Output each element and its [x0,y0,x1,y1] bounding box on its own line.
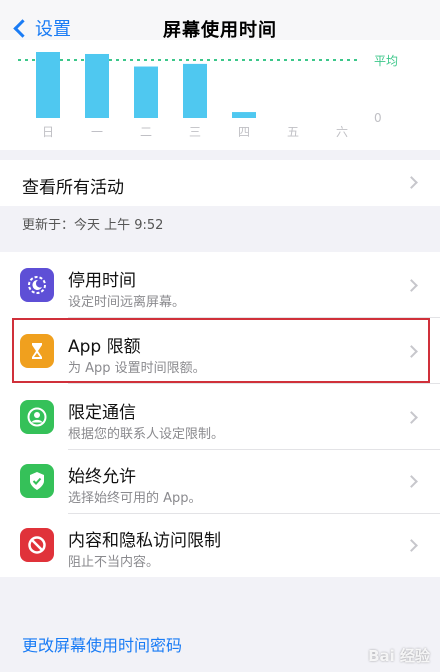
chevron-right-icon [405,176,418,189]
chevron-right-icon [405,475,418,488]
chevron-right-icon [405,279,418,292]
downtime-subtitle: 设定时间远离屏幕。 [68,295,186,310]
x-tick-label: 三 [189,125,201,139]
usage-chart: 平均 0 日 一 二 三 四 五 六 [0,40,440,150]
always-allowed-subtitle: 选择始终可用的 App。 [68,491,202,506]
see-all-activity-label: 查看所有活动 [22,178,124,198]
bar-2 [134,66,158,118]
moon-icon [28,276,46,294]
content-privacy-icon-tile [20,528,54,562]
x-tick-label: 一 [91,125,103,139]
communication-limits-icon-tile [20,400,54,434]
see-all-activity-row[interactable]: 查看所有活动 [0,160,440,206]
change-passcode-link[interactable]: 更改屏幕使用时间密码 [22,632,182,656]
always-allowed-icon-tile [20,464,54,498]
bar-1 [85,53,109,119]
watermark: Bai 经验 [368,647,430,665]
downtime-icon-tile [20,268,54,302]
list-item-content-privacy[interactable]: 内容和隐私访问限制 阻止不当内容。 [0,514,440,578]
divider [68,383,440,384]
checkmark-icon [30,472,44,490]
bar-4 [232,112,256,118]
x-tick-label: 五 [287,125,299,139]
list-item-communication-limits[interactable]: 限定通信 根据您的联系人设定限制。 [0,386,440,450]
downtime-title: 停用时间 [68,271,136,291]
communication-limits-subtitle: 根据您的联系人设定限制。 [68,427,225,442]
communication-limits-title: 限定通信 [68,403,136,423]
page-title: 屏幕使用时间 [163,20,277,41]
person-icon [27,407,47,427]
content-privacy-subtitle: 阻止不当内容。 [68,555,160,570]
settings-list: 停用时间 设定时间远离屏幕。 App 限额 为 App 设置时间限额。 限定通信… [0,252,440,577]
x-tick-label: 四 [238,125,250,139]
x-tick-label: 日 [42,125,54,139]
always-allowed-title: 始终允许 [68,467,136,487]
list-item-always-allowed[interactable]: 始终允许 选择始终可用的 App。 [0,450,440,514]
no-entry-icon [28,536,46,554]
average-label: 平均 [374,54,398,68]
usage-chart-svg: 平均 0 日 一 二 三 四 五 六 [18,52,398,139]
bar-3 [183,63,207,118]
chevron-right-icon [405,411,418,424]
content-privacy-title: 内容和隐私访问限制 [68,531,221,551]
updated-timestamp: 更新于：今天 上午 9:52 [22,218,164,233]
y-axis-zero-label: 0 [374,111,382,125]
list-item-downtime[interactable]: 停用时间 设定时间远离屏幕。 [0,254,440,318]
x-tick-label: 二 [140,125,152,139]
app-limits-highlight [12,318,430,383]
bar-0 [36,52,60,118]
chevron-right-icon [405,539,418,552]
x-tick-label: 六 [336,125,348,139]
